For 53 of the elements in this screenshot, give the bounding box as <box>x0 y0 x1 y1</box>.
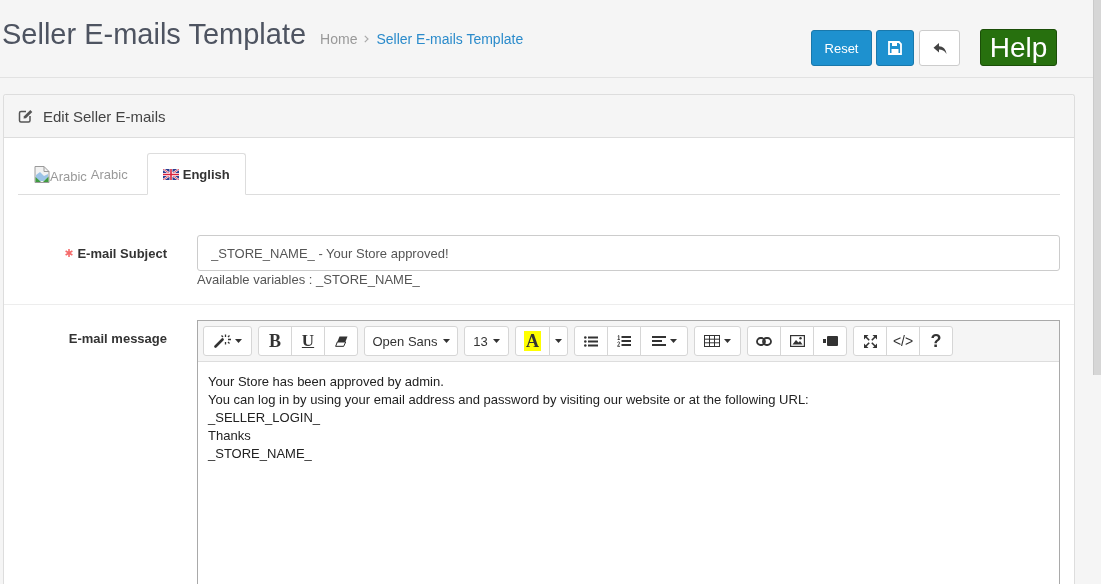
flag-icon <box>162 168 179 180</box>
style-button[interactable] <box>203 326 252 356</box>
field-label: E-mail message <box>68 330 167 346</box>
subject-input[interactable]: _STORE_NAME_ - Your Store approved! <box>197 235 1060 271</box>
language-tab[interactable]: English <box>146 153 246 195</box>
pencil-square-icon <box>18 109 33 123</box>
reset-button[interactable]: Reset <box>811 30 872 66</box>
magic-wand-icon <box>213 334 231 348</box>
font-family-dropdown[interactable]: Open Sans <box>364 326 458 356</box>
message-text-line: You can log in by using your email address and password by visiting our website or at the following URL: <box>208 391 810 409</box>
panel-title: Edit Seller E-mails <box>43 107 166 125</box>
numbered-list-icon <box>617 335 631 347</box>
page-title: Seller E-mails Template <box>2 17 307 51</box>
save-button[interactable] <box>876 30 914 66</box>
color-dropdown-button[interactable] <box>549 326 568 356</box>
clear-format-button[interactable] <box>324 326 358 356</box>
numbered-list-button[interactable] <box>607 326 641 356</box>
fullscreen-button[interactable] <box>853 326 887 356</box>
field-help-text: Available variables : _STORE_NAME_ <box>197 271 421 289</box>
chevron-icon <box>364 35 370 43</box>
reply-arrow-icon <box>932 42 947 54</box>
eraser-icon <box>334 335 348 347</box>
help-button[interactable]: Help <box>980 29 1057 66</box>
scrollbar-thumb[interactable] <box>1093 0 1101 375</box>
underline-button[interactable]: U <box>291 326 325 356</box>
back-button[interactable] <box>919 30 960 66</box>
message-body-field[interactable]: Your Store has been approved by admin. You can log in by using your email address and password by visiting our website or at the following URL: _SELLER_LOGIN_ Thanks _STORE_NAME_ <box>198 362 1059 584</box>
code-view-button[interactable]: </> <box>886 326 920 356</box>
paragraph-align-dropdown[interactable] <box>640 326 688 356</box>
font-size-dropdown[interactable]: 13 <box>464 326 509 356</box>
bulleted-list-button[interactable] <box>574 326 608 356</box>
video-camera-icon <box>822 336 838 346</box>
video-button[interactable] <box>813 326 847 356</box>
table-button[interactable] <box>694 326 741 356</box>
message-text-line: Your Store has been approved by admin. <box>208 373 445 391</box>
field-label: E-mail Subject <box>77 245 167 261</box>
image-alt-text: Arabic <box>50 168 87 184</box>
table-icon <box>704 335 720 347</box>
picture-icon <box>789 335 805 347</box>
message-text-line: _SELLER_LOGIN_ <box>208 409 321 427</box>
link-button[interactable] <box>747 326 781 356</box>
picture-button[interactable] <box>780 326 814 356</box>
bold-button[interactable]: B <box>258 326 292 356</box>
broken-image-icon <box>34 165 50 183</box>
message-text-line: Thanks <box>208 427 252 445</box>
align-left-icon <box>651 336 666 346</box>
fullscreen-icon <box>863 334 877 348</box>
message-text-line: _STORE_NAME_ <box>208 445 313 463</box>
breadcrumb-link[interactable]: Seller E-mails Template <box>376 31 524 47</box>
help-button[interactable]: ? <box>919 326 953 356</box>
highlight-color-button[interactable]: A <box>515 326 550 356</box>
link-icon <box>756 336 772 346</box>
bulleted-list-icon <box>584 335 598 347</box>
